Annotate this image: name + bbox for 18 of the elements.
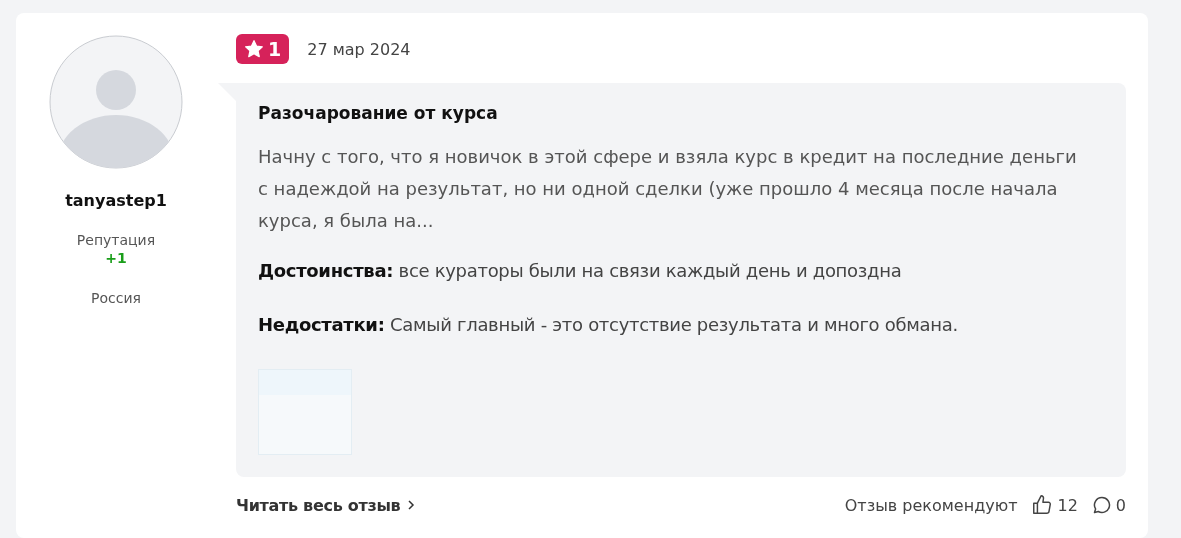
read-more-link[interactable]: Читать весь отзыв: [236, 495, 417, 515]
speech-bubble-icon: [1091, 495, 1112, 515]
chevron-right-icon: [406, 500, 417, 510]
star-icon: [244, 39, 264, 59]
review-date: 27 мар 2024: [307, 39, 411, 59]
recommend-label: Отзыв рекомендуют: [844, 495, 1018, 515]
like-button[interactable]: 12: [1031, 494, 1078, 516]
review-title: Разочарование от курса: [258, 103, 499, 123]
username: tanyastep1: [65, 191, 167, 210]
comments-button[interactable]: 0: [1091, 495, 1126, 515]
review-cons: Недостатки: Самый главный - это отсутствие результата и много обмана.: [258, 313, 959, 337]
reputation-value: +1: [105, 250, 127, 266]
rating-badge: 1: [236, 34, 290, 64]
reputation-label: Репутация: [76, 232, 156, 248]
review-excerpt: Начну с того, что я новичок в этой сфере и взяла курс в кредит на последние деньги с надеждой на результат, но ни одной сделки (уже прошло 4 месяца после начала курса, я была на...: [258, 145, 1078, 233]
review-pros: Достоинства: все кураторы были на связи каждый день и допоздна: [258, 259, 903, 283]
country: Россия: [91, 290, 141, 306]
thumbs-up-icon: [1031, 494, 1054, 516]
